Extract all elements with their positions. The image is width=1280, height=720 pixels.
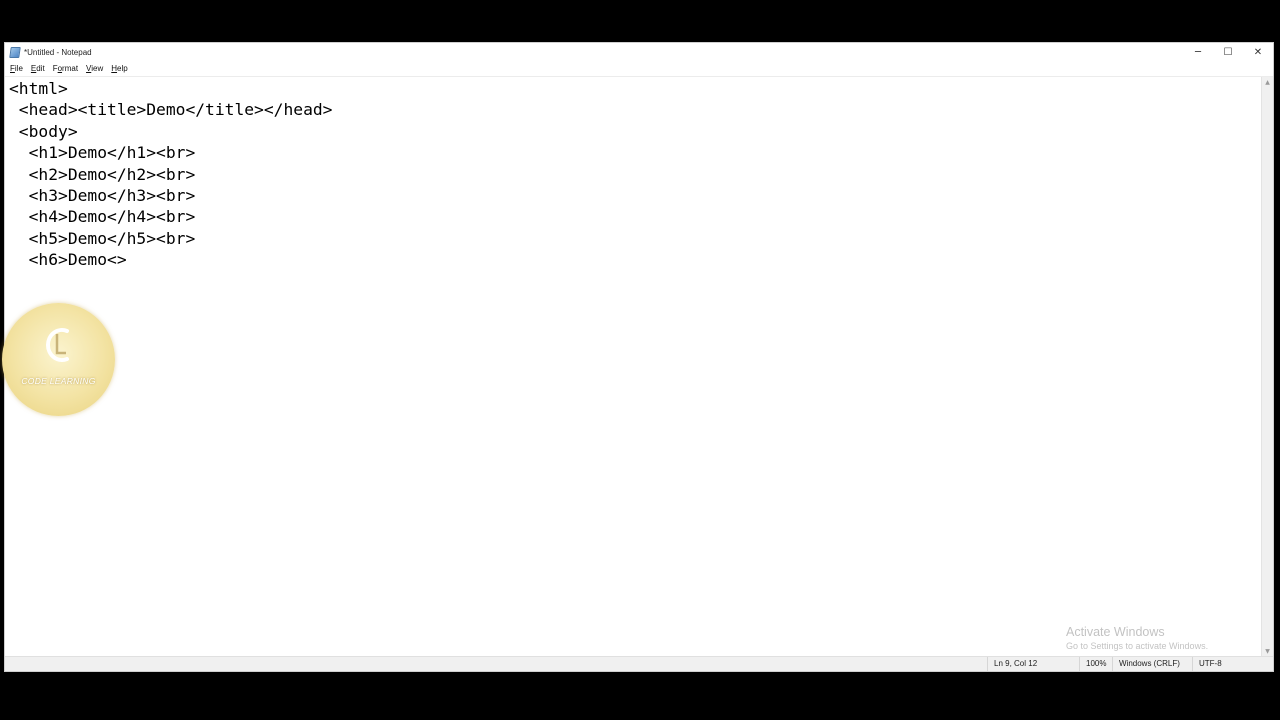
menu-edit[interactable]: Edit	[27, 64, 49, 73]
activate-title: Activate Windows	[1066, 625, 1165, 639]
activate-windows-watermark: Activate Windows Go to Settings to activ…	[1066, 625, 1208, 651]
menu-format-label: rmat	[62, 64, 79, 73]
code-line: <h4>Demo</h4><br>	[9, 207, 196, 227]
code-line: <h1>Demo</h1><br>	[9, 143, 196, 163]
window-controls: ─ ☐ ✕	[1183, 43, 1273, 61]
menu-view[interactable]: View	[82, 64, 107, 73]
menu-file-label: ile	[14, 64, 23, 73]
window-title: *Untitled - Notepad	[24, 47, 92, 57]
scroll-up-icon[interactable]: ▲	[1262, 77, 1273, 88]
editor-content: <html> <head><title>Demo</title></head> …	[9, 78, 332, 271]
code-learning-logo-icon	[46, 328, 69, 362]
code-line: <head><title>Demo</title></head>	[9, 100, 333, 120]
zoom-level: 100%	[1079, 657, 1106, 671]
status-bar: Ln 9, Col 12 100% Windows (CRLF) UTF-8	[5, 656, 1273, 671]
menu-help-label: elp	[117, 64, 128, 73]
maximize-button[interactable]: ☐	[1213, 43, 1243, 61]
menu-help[interactable]: Help	[107, 64, 131, 73]
notepad-window: *Untitled - Notepad ─ ☐ ✕ File Edit Form…	[4, 42, 1274, 672]
vertical-scrollbar[interactable]: ▲ ▼	[1261, 77, 1273, 657]
code-line: <h2>Demo</h2><br>	[9, 164, 196, 184]
menu-view-label: iew	[91, 64, 104, 73]
code-line: <h3>Demo</h3><br>	[9, 186, 196, 206]
menu-edit-label: dit	[36, 64, 45, 73]
code-line: <body>	[9, 121, 78, 141]
text-editor[interactable]: <html> <head><title>Demo</title></head> …	[5, 77, 1261, 657]
code-line: <h6>Demo<>	[9, 250, 127, 270]
notepad-icon	[9, 46, 21, 58]
close-button[interactable]: ✕	[1243, 43, 1273, 61]
logo-text: CODE LEARNING	[21, 376, 96, 386]
menu-file[interactable]: File	[5, 64, 27, 73]
menu-format[interactable]: Format	[49, 64, 82, 73]
line-ending: Windows (CRLF)	[1112, 657, 1180, 671]
encoding: UTF-8	[1192, 657, 1222, 671]
activate-subtitle: Go to Settings to activate Windows.	[1066, 641, 1209, 651]
minimize-button[interactable]: ─	[1183, 43, 1213, 61]
screen: *Untitled - Notepad ─ ☐ ✕ File Edit Form…	[0, 0, 1280, 720]
menu-bar: File Edit Format View Help	[5, 61, 1273, 77]
cursor-position: Ln 9, Col 12	[987, 657, 1037, 671]
code-line: <html>	[9, 79, 68, 98]
code-line: <h5>Demo</h5><br>	[9, 228, 196, 248]
title-bar[interactable]: *Untitled - Notepad ─ ☐ ✕	[5, 43, 1273, 61]
code-learning-logo: CODE LEARNING	[2, 303, 115, 416]
